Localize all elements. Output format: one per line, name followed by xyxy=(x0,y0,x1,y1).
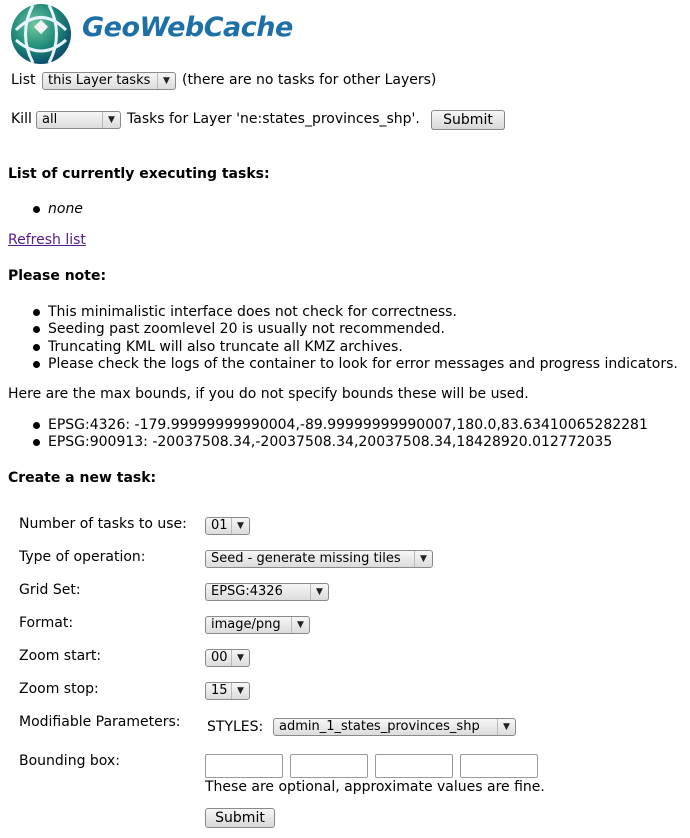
task-scope-value: this Layer tasks xyxy=(48,73,151,88)
bounds-intro: Here are the max bounds, if you do not s… xyxy=(8,386,529,402)
zoom-start-select[interactable]: 00 ▼ xyxy=(205,649,250,667)
list-item: Please check the logs of the container t… xyxy=(8,356,678,373)
grid-set-select[interactable]: EPSG:4326 ▼ xyxy=(205,583,329,601)
kill-scope-value: all xyxy=(42,112,58,127)
chevron-down-icon: ▼ xyxy=(291,617,309,633)
notes-list: This minimalistic interface does not che… xyxy=(8,304,678,373)
list-item: none xyxy=(8,201,83,218)
task-scope-select[interactable]: this Layer tasks ▼ xyxy=(42,72,176,90)
num-tasks-value: 01 xyxy=(211,518,228,533)
bbox-minx-input[interactable] xyxy=(205,754,283,778)
list-item: EPSG:4326: -179.99999999990004,-89.99999… xyxy=(8,417,648,434)
chevron-down-icon: ▼ xyxy=(231,650,249,666)
kill-layer-text: Tasks for Layer 'ne:states_provinces_shp… xyxy=(127,111,420,127)
format-value: image/png xyxy=(211,617,281,632)
chevron-down-icon: ▼ xyxy=(231,683,249,699)
operation-value: Seed - generate missing tiles xyxy=(211,551,401,566)
zoom-stop-select[interactable]: 15 ▼ xyxy=(205,682,250,700)
bbox-label: Bounding box: xyxy=(19,753,120,769)
list-item: Truncating KML will also truncate all KM… xyxy=(8,339,678,356)
zoom-stop-label: Zoom stop: xyxy=(19,681,99,697)
create-task-heading: Create a new task: xyxy=(8,470,157,486)
format-label: Format: xyxy=(19,615,74,631)
operation-label: Type of operation: xyxy=(19,549,146,565)
list-item: EPSG:900913: -20037508.34,-20037508.34,2… xyxy=(8,434,648,451)
styles-value: admin_1_states_provinces_shp xyxy=(279,719,480,734)
zoom-stop-value: 15 xyxy=(211,683,228,698)
logo-text: GeoWebCache xyxy=(82,12,293,43)
list-label: List xyxy=(11,72,36,88)
bbox-maxy-input[interactable] xyxy=(460,754,538,778)
num-tasks-label: Number of tasks to use: xyxy=(19,516,187,532)
refresh-list-link[interactable]: Refresh list xyxy=(8,232,86,248)
globe-logo-icon xyxy=(11,4,71,64)
operation-select[interactable]: Seed - generate missing tiles ▼ xyxy=(205,550,433,568)
bbox-maxx-input[interactable] xyxy=(375,754,453,778)
zoom-start-label: Zoom start: xyxy=(19,648,102,664)
bbox-miny-input[interactable] xyxy=(290,754,368,778)
kill-submit-button[interactable]: Submit xyxy=(431,110,505,130)
kill-scope-select[interactable]: all ▼ xyxy=(36,111,121,129)
grid-set-value: EPSG:4326 xyxy=(211,584,283,599)
zoom-start-value: 00 xyxy=(211,650,228,665)
notes-heading: Please note: xyxy=(8,268,107,284)
chevron-down-icon: ▼ xyxy=(310,584,328,600)
styles-select[interactable]: admin_1_states_provinces_shp ▼ xyxy=(273,718,516,736)
list-item: This minimalistic interface does not che… xyxy=(8,304,678,321)
bounds-list: EPSG:4326: -179.99999999990004,-89.99999… xyxy=(8,417,648,452)
executing-list: none xyxy=(8,201,83,218)
chevron-down-icon: ▼ xyxy=(231,518,249,534)
geowebcache-logo: GeoWebCache xyxy=(8,0,293,66)
chevron-down-icon: ▼ xyxy=(157,73,175,89)
list-item: Seeding past zoomlevel 20 is usually not… xyxy=(8,321,678,338)
styles-label: STYLES: xyxy=(207,719,264,735)
params-label: Modifiable Parameters: xyxy=(19,714,181,730)
list-note: (there are no tasks for other Layers) xyxy=(182,72,437,88)
kill-label: Kill xyxy=(11,111,32,127)
chevron-down-icon: ▼ xyxy=(414,551,432,567)
chevron-down-icon: ▼ xyxy=(102,112,120,128)
bbox-hint: These are optional, approximate values a… xyxy=(205,779,545,795)
executing-heading: List of currently executing tasks: xyxy=(8,166,270,182)
format-select[interactable]: image/png ▼ xyxy=(205,616,310,634)
create-task-submit-button[interactable]: Submit xyxy=(205,808,275,828)
num-tasks-select[interactable]: 01 ▼ xyxy=(205,517,250,535)
chevron-down-icon: ▼ xyxy=(497,719,515,735)
grid-set-label: Grid Set: xyxy=(19,582,81,598)
